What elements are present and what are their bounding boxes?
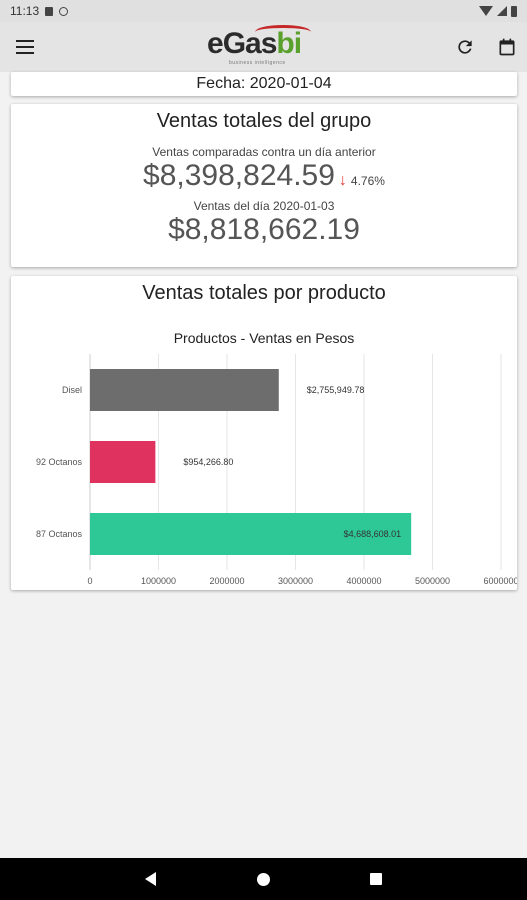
x-tick-label: 4000000 xyxy=(346,576,381,586)
data-label: $954,266.80 xyxy=(183,457,233,467)
lock-icon xyxy=(45,6,54,16)
current-sales-row: $8,398,824.59 ↓ 4.76% xyxy=(11,159,517,193)
products-title: Ventas totales por producto xyxy=(142,282,386,304)
recent-apps-icon[interactable] xyxy=(370,873,382,885)
signal-icon xyxy=(497,6,507,16)
system-nav-bar xyxy=(0,858,527,900)
category-label: Disel xyxy=(62,385,82,395)
totals-title: Ventas totales del grupo xyxy=(156,110,372,132)
refresh-icon[interactable] xyxy=(455,37,475,57)
status-bar: 11:13 xyxy=(0,0,527,22)
x-tick-label: 2000000 xyxy=(209,576,244,586)
x-tick-label: 1000000 xyxy=(141,576,176,586)
category-label: 92 Octanos xyxy=(36,457,83,467)
status-time: 11:13 xyxy=(10,4,40,18)
wifi-icon xyxy=(479,6,493,16)
down-arrow-icon: ↓ xyxy=(338,172,347,189)
bar xyxy=(90,369,279,411)
menu-icon[interactable] xyxy=(16,40,34,54)
change-percent: 4.76% xyxy=(350,174,385,188)
logo-tagline: business intelligence xyxy=(229,60,286,66)
app-logo: eGasbi business intelligence xyxy=(207,25,327,69)
x-tick-label: 3000000 xyxy=(278,576,313,586)
status-right xyxy=(479,5,517,17)
totals-card: Ventas totales del grupo Ventas comparad… xyxy=(11,104,517,267)
calendar-icon[interactable] xyxy=(497,37,517,57)
previous-label: Ventas del día 2020-01-03 xyxy=(193,199,335,213)
category-label: 87 Octanos xyxy=(36,529,83,539)
previous-amount: $8,818,662.19 xyxy=(168,213,360,246)
date-label: Fecha: 2020-01-04 xyxy=(196,75,332,92)
current-amount: $8,398,824.59 xyxy=(143,159,335,192)
x-tick-label: 5000000 xyxy=(415,576,450,586)
logo-swoosh xyxy=(255,25,311,39)
sales-bar-chart: Productos - Ventas en Pesos 0 1000000 20000… xyxy=(36,330,517,586)
x-tick-label: 0 xyxy=(87,576,92,586)
home-icon[interactable] xyxy=(257,873,270,886)
compare-label: Ventas comparadas contra un día anterior xyxy=(152,145,376,159)
battery-icon xyxy=(511,5,517,17)
date-card: Fecha: 2020-01-04 xyxy=(11,72,517,96)
data-label: $2,755,949.78 xyxy=(307,385,365,395)
data-saver-icon xyxy=(59,6,69,16)
app-bar: eGasbi business intelligence xyxy=(0,22,527,72)
back-icon[interactable] xyxy=(145,872,156,886)
x-tick-label: 6000000 xyxy=(483,576,517,586)
status-left: 11:13 xyxy=(10,4,69,18)
data-label: $4,688,608.01 xyxy=(344,529,402,539)
bar xyxy=(90,441,156,483)
chart-title: Productos - Ventas en Pesos xyxy=(174,330,355,346)
products-card: Ventas totales por producto Productos - … xyxy=(11,276,517,590)
chart-container: Productos - Ventas en Pesos 0 1000000 20000… xyxy=(11,316,517,590)
